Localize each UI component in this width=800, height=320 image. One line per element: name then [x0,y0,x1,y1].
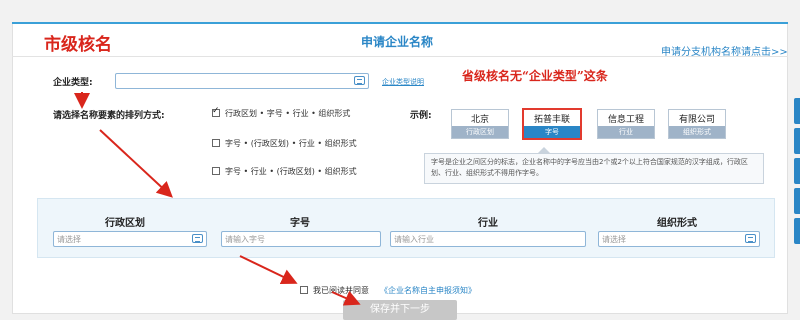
arrow-to-submit [331,290,361,306]
arrow-to-fields [99,129,173,198]
arrow-to-agreement [239,255,298,285]
annotation-arrows [74,92,361,306]
